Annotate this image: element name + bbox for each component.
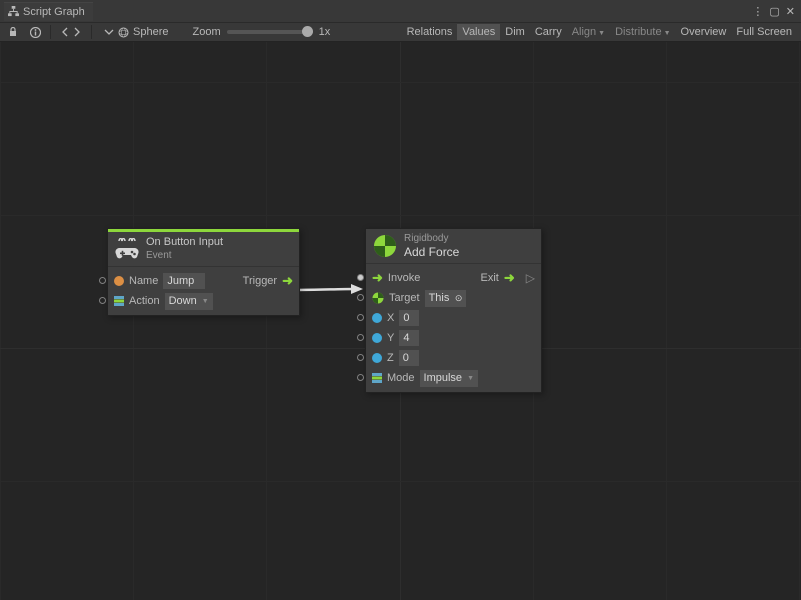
enum-port-icon bbox=[372, 373, 382, 383]
node-subtitle: Event bbox=[146, 250, 223, 262]
context-label: Sphere bbox=[133, 26, 168, 38]
z-input[interactable] bbox=[399, 350, 419, 366]
port-label: Trigger bbox=[243, 275, 277, 287]
x-input[interactable] bbox=[399, 310, 419, 326]
input-port-mode[interactable] bbox=[357, 374, 364, 381]
toolbar-right: Relations Values Dim Carry Align▼ Distri… bbox=[402, 24, 797, 40]
float-port-icon bbox=[372, 313, 382, 323]
flow-in-port[interactable] bbox=[357, 274, 364, 281]
input-port-z[interactable] bbox=[357, 354, 364, 361]
window-controls: ⋮ ▢ ✕ bbox=[752, 5, 801, 18]
rigidbody-icon bbox=[372, 233, 398, 259]
input-port-action[interactable] bbox=[99, 297, 106, 304]
name-input[interactable] bbox=[163, 273, 205, 289]
relations-button[interactable]: Relations bbox=[402, 24, 458, 40]
port-label: Z bbox=[387, 352, 394, 364]
flow-out-icon[interactable]: ➜ bbox=[282, 273, 293, 289]
node-add-force[interactable]: Rigidbody Add Force ➜ Invoke Exit ➜ ▷ Ta… bbox=[365, 228, 542, 393]
port-label: Y bbox=[387, 332, 394, 344]
align-dropdown[interactable]: Align▼ bbox=[567, 24, 610, 40]
zoom-section: Zoom 1x bbox=[192, 26, 330, 38]
input-port-y[interactable] bbox=[357, 334, 364, 341]
zoom-value: 1x bbox=[319, 26, 331, 38]
lock-icon[interactable] bbox=[4, 24, 22, 40]
port-label: Invoke bbox=[388, 272, 420, 284]
overview-button[interactable]: Overview bbox=[676, 24, 732, 40]
slider-thumb[interactable] bbox=[302, 26, 313, 37]
toolbar: Sphere Zoom 1x Relations Values Dim Carr… bbox=[0, 22, 801, 42]
target-dropdown[interactable]: This ⊙ bbox=[425, 290, 467, 307]
graph-canvas[interactable]: On Button Input Event Name Trigger ➜ Act… bbox=[0, 42, 801, 600]
string-port-icon bbox=[114, 276, 124, 286]
values-button[interactable]: Values bbox=[457, 24, 500, 40]
carry-button[interactable]: Carry bbox=[530, 24, 567, 40]
tab-bar: Script Graph ⋮ ▢ ✕ bbox=[0, 0, 801, 22]
zoom-slider[interactable] bbox=[227, 30, 313, 34]
sphere-mesh-icon bbox=[118, 27, 129, 38]
gamepad-icon bbox=[114, 236, 140, 262]
separator bbox=[91, 25, 92, 39]
port-label: X bbox=[387, 312, 394, 324]
action-dropdown[interactable]: Down▼ bbox=[165, 293, 213, 310]
node-header[interactable]: Rigidbody Add Force bbox=[366, 229, 541, 264]
port-label: Mode bbox=[387, 372, 415, 384]
input-port-target[interactable] bbox=[357, 294, 364, 301]
port-label: Name bbox=[129, 275, 158, 287]
dim-button[interactable]: Dim bbox=[500, 24, 530, 40]
arrow-icon bbox=[104, 27, 114, 37]
node-pretitle: Rigidbody bbox=[404, 233, 459, 245]
node-on-button-input[interactable]: On Button Input Event Name Trigger ➜ Act… bbox=[107, 228, 300, 316]
rigidbody-port-icon bbox=[372, 292, 384, 304]
info-icon[interactable] bbox=[26, 24, 44, 40]
port-label: Exit bbox=[481, 272, 499, 284]
node-header[interactable]: On Button Input Event bbox=[108, 229, 299, 267]
flow-in-icon: ➜ bbox=[372, 270, 383, 286]
code-icon[interactable] bbox=[57, 24, 85, 40]
node-title: On Button Input bbox=[146, 236, 223, 249]
enum-port-icon bbox=[114, 296, 124, 306]
float-port-icon bbox=[372, 353, 382, 363]
tab-script-graph[interactable]: Script Graph bbox=[4, 2, 93, 21]
input-port-x[interactable] bbox=[357, 314, 364, 321]
port-label: Action bbox=[129, 295, 160, 307]
input-port-name[interactable] bbox=[99, 277, 106, 284]
distribute-dropdown[interactable]: Distribute▼ bbox=[610, 24, 675, 40]
tab-title: Script Graph bbox=[23, 6, 85, 18]
more-icon[interactable]: ⋮ bbox=[752, 5, 763, 18]
mode-dropdown[interactable]: Impulse▼ bbox=[420, 370, 478, 387]
flow-out-icon[interactable]: ➜ bbox=[504, 270, 515, 286]
zoom-label: Zoom bbox=[192, 26, 220, 38]
float-port-icon bbox=[372, 333, 382, 343]
flow-out-port[interactable]: ▷ bbox=[526, 271, 535, 285]
close-icon[interactable]: ✕ bbox=[786, 5, 795, 18]
port-label: Target bbox=[389, 292, 420, 304]
hierarchy-icon bbox=[8, 6, 19, 17]
context-path[interactable]: Sphere bbox=[98, 26, 174, 38]
y-input[interactable] bbox=[399, 330, 419, 346]
fullscreen-button[interactable]: Full Screen bbox=[731, 24, 797, 40]
separator bbox=[50, 25, 51, 39]
node-title: Add Force bbox=[404, 245, 459, 259]
maximize-icon[interactable]: ▢ bbox=[769, 5, 779, 18]
